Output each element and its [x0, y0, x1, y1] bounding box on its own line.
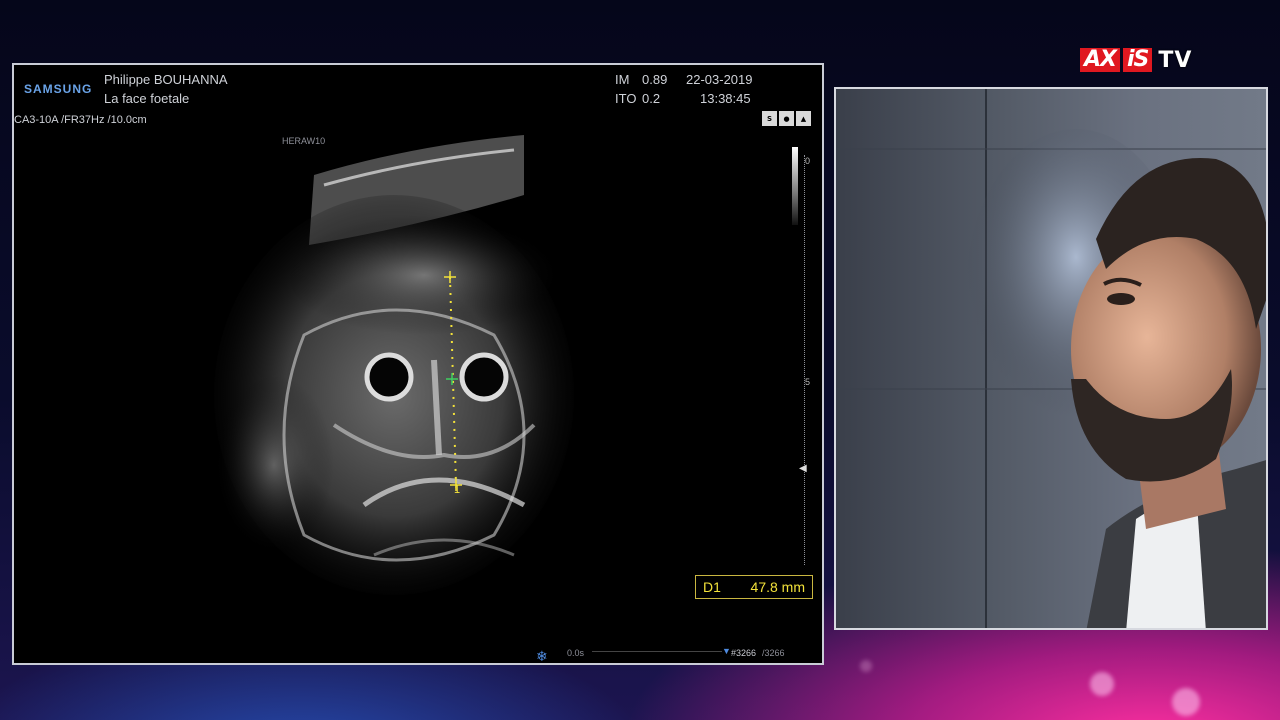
- ultrasound-panel: SAMSUNG Philippe BOUHANNA La face foetal…: [12, 63, 824, 665]
- brand-logo: SAMSUNG: [24, 82, 93, 96]
- tissue-icon: ▲: [796, 111, 811, 126]
- ultrasound-image: [214, 135, 574, 595]
- bokeh-light: [1090, 672, 1114, 696]
- bokeh-light: [860, 660, 872, 672]
- grayscale-bar: [792, 147, 798, 225]
- measurement-label: D1: [703, 579, 721, 595]
- depth-label-top: 0: [805, 156, 811, 166]
- channel-logo: AX iS TV: [1080, 47, 1192, 73]
- harmonic-mode-icon: S: [762, 111, 777, 126]
- measurement-unit: mm: [781, 579, 805, 595]
- frame-total: /3266: [762, 648, 785, 658]
- ito-label: ITO: [615, 91, 637, 106]
- im-value: 0.89: [642, 72, 668, 87]
- cine-marker-icon[interactable]: ▼: [722, 646, 731, 656]
- depth-scale: [804, 155, 810, 565]
- presenter-video: [836, 89, 1266, 628]
- camera-feed: [834, 87, 1268, 630]
- depth-label-mid: 5: [805, 377, 811, 387]
- study-title: La face foetale: [104, 91, 190, 106]
- focus-marker-icon: ◀: [799, 463, 807, 474]
- mode-icons: S ● ▲: [762, 111, 811, 126]
- probe-info: CA3-10A /FR37Hz /10.0cm: [14, 114, 147, 126]
- exam-time: 13:38:45: [700, 91, 751, 106]
- logo-part-ax: AX: [1080, 48, 1120, 72]
- cine-bar[interactable]: [592, 651, 722, 652]
- freeze-icon[interactable]: ❄: [536, 649, 548, 663]
- logo-part-tv: TV: [1158, 47, 1193, 73]
- caliper-label: 1: [454, 484, 461, 496]
- logo-part-is: iS: [1123, 48, 1153, 72]
- exam-date: 22-03-2019: [686, 72, 753, 87]
- measurement-value: 47.8: [750, 579, 778, 595]
- operator-name: Philippe BOUHANNA: [104, 72, 228, 87]
- bokeh-light: [1172, 688, 1200, 716]
- frame-current: #3266: [731, 648, 757, 658]
- face-icon: ●: [779, 111, 794, 126]
- im-label: IM: [615, 72, 630, 87]
- measurement-box: D1 47.8 mm: [695, 575, 813, 599]
- cine-time: 0.0s: [567, 648, 585, 658]
- ito-value: 0.2: [642, 91, 661, 106]
